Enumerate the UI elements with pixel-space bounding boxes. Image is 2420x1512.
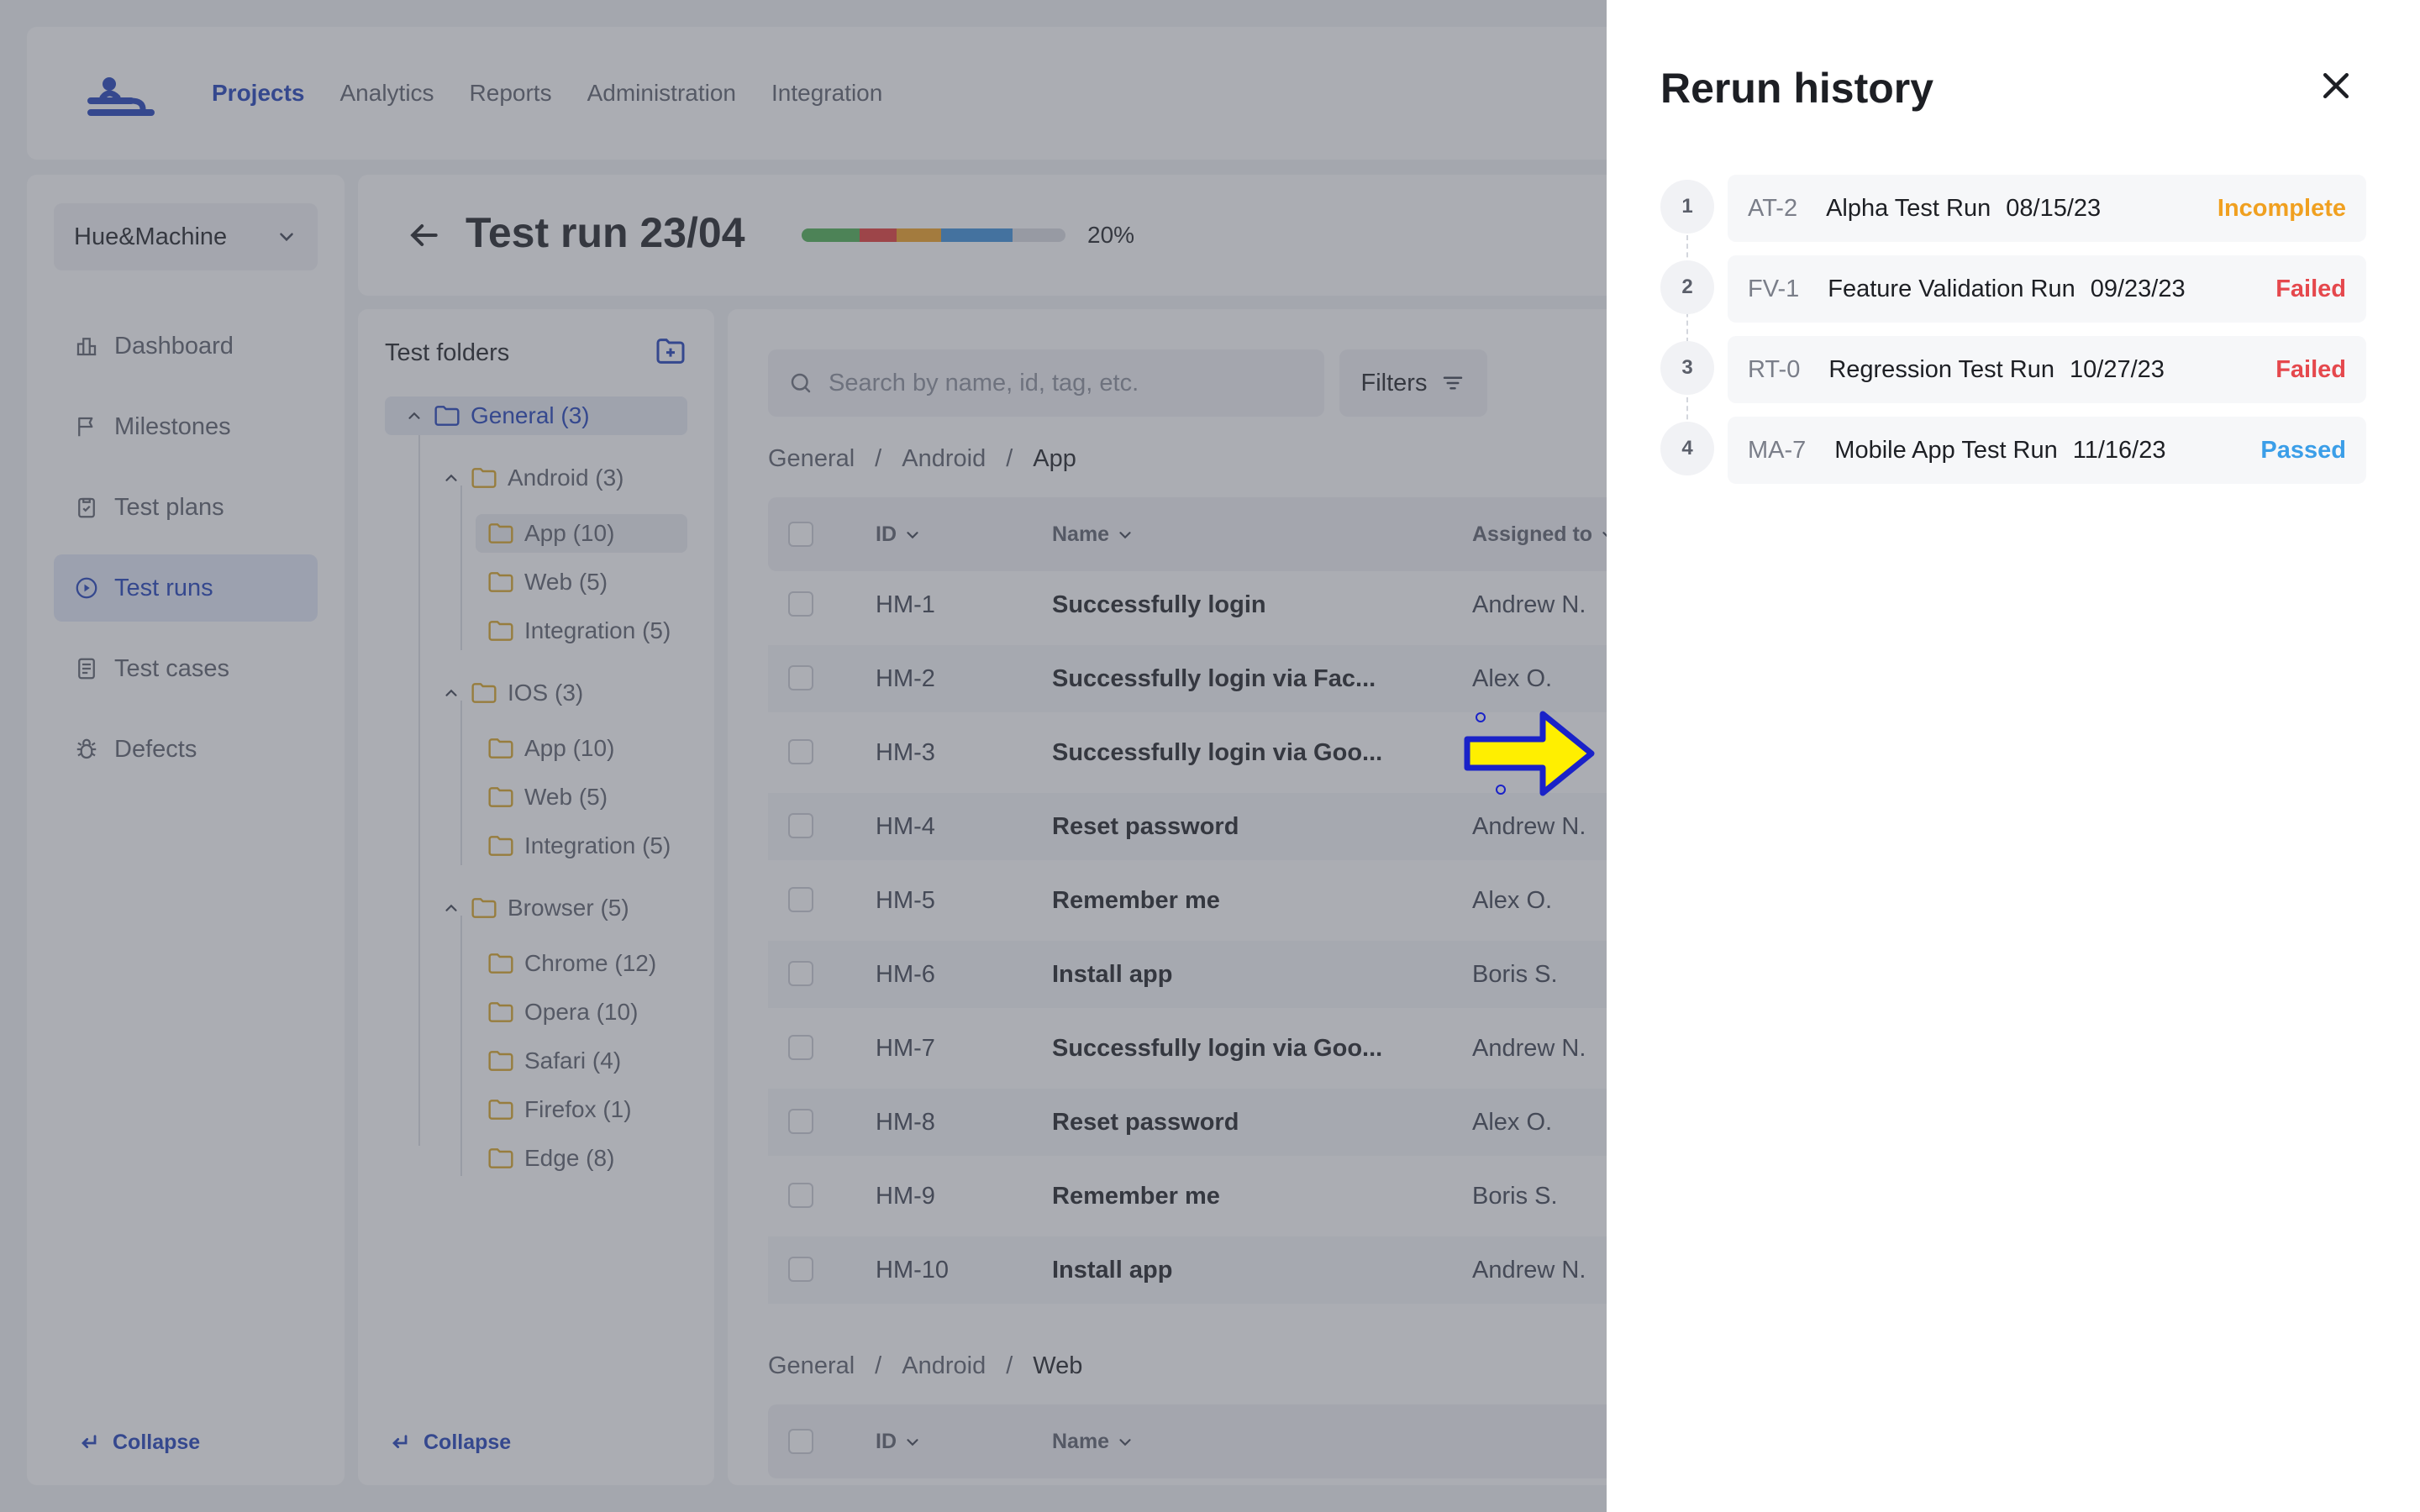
rerun-number: 2 [1660, 260, 1714, 314]
app-window: Projects Analytics Reports Administratio… [0, 0, 2420, 1512]
rerun-date: 10/27/23 [2070, 355, 2165, 383]
status-badge: Failed [2275, 275, 2346, 302]
rerun-item[interactable]: 1 AT-2 Alpha Test Run 08/15/23 Incomplet… [1660, 175, 2366, 242]
status-badge: Incomplete [2217, 194, 2346, 222]
rerun-item[interactable]: 2 FV-1 Feature Validation Run 09/23/23 F… [1660, 255, 2366, 323]
rerun-item[interactable]: 4 MA-7 Mobile App Test Run 11/16/23 Pass… [1660, 417, 2366, 484]
rerun-number: 1 [1660, 180, 1714, 234]
pointer-arrow-icon [1464, 711, 1595, 796]
rerun-date: 09/23/23 [2090, 275, 2186, 302]
rerun-code: MA-7 [1748, 436, 1807, 464]
status-badge: Failed [2275, 355, 2346, 383]
rerun-date: 08/15/23 [2006, 194, 2102, 222]
rerun-number: 3 [1660, 341, 1714, 395]
rerun-card[interactable]: RT-0 Regression Test Run 10/27/23 Failed [1728, 336, 2366, 403]
rerun-name: Regression Test Run [1828, 355, 2054, 383]
rerun-name: Feature Validation Run [1828, 275, 2075, 302]
status-badge: Passed [2260, 436, 2346, 464]
close-icon[interactable] [2317, 67, 2354, 104]
rerun-date: 11/16/23 [2072, 436, 2166, 464]
rerun-code: AT-2 [1748, 194, 1798, 222]
rerun-code: FV-1 [1748, 275, 1800, 302]
drawer-title: Rerun history [1660, 65, 1934, 112]
rerun-card[interactable]: MA-7 Mobile App Test Run 11/16/23 Passed [1728, 417, 2366, 484]
rerun-name: Mobile App Test Run [1834, 436, 2058, 464]
rerun-card[interactable]: AT-2 Alpha Test Run 08/15/23 Incomplete [1728, 175, 2366, 242]
rerun-number: 4 [1660, 422, 1714, 475]
rerun-name: Alpha Test Run [1826, 194, 1991, 222]
rerun-history-drawer: Rerun history 1 AT-2 Alpha Test Run 08/1… [1607, 0, 2420, 1512]
rerun-code: RT-0 [1748, 355, 1801, 383]
rerun-item[interactable]: 3 RT-0 Regression Test Run 10/27/23 Fail… [1660, 336, 2366, 403]
rerun-card[interactable]: FV-1 Feature Validation Run 09/23/23 Fai… [1728, 255, 2366, 323]
